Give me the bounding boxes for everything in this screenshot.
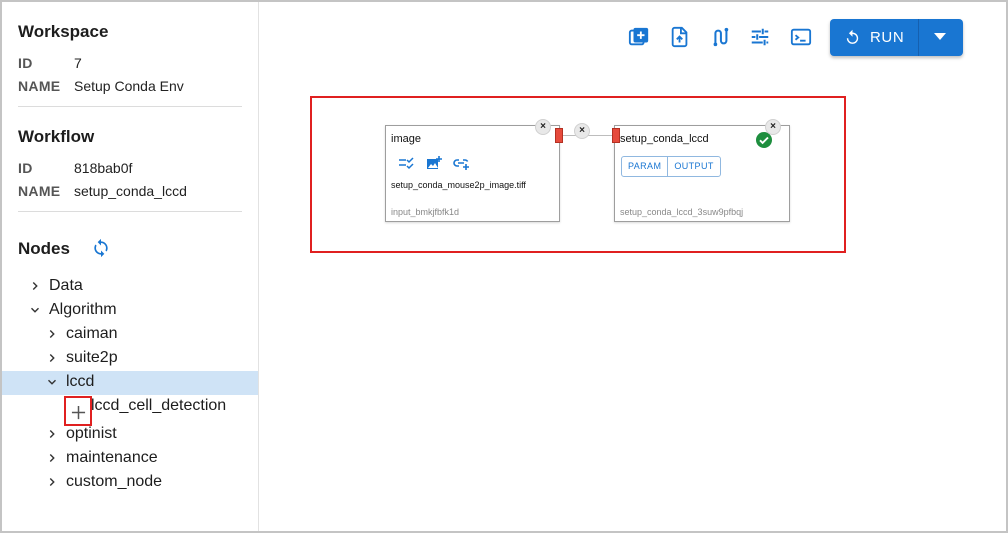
run-button-group: RUN [830,19,963,56]
tree-label: optinist [66,425,117,442]
workspace-name-label: NAME [18,78,61,94]
node-title: setup_conda_lccd [620,133,709,145]
node-delete-button[interactable]: × [535,119,551,135]
tree-label: suite2p [66,349,118,366]
file-name: setup_conda_mouse2p_image.tiff [391,180,526,190]
tree-item-suite2p[interactable]: suite2p [2,347,258,371]
node-title: image [391,133,421,145]
workflow-id-label: ID [18,160,33,176]
tree-item-caiman[interactable]: caiman [2,323,258,347]
workspace-name-value: Setup Conda Env [74,78,184,94]
add-image-icon[interactable] [426,156,442,170]
chevron-right-icon[interactable] [45,351,59,365]
workspace-id-label: ID [18,55,33,71]
replay-icon [846,29,859,44]
close-icon: × [540,121,546,132]
output-button[interactable]: OUTPUT [667,157,719,176]
tree-item-algorithm[interactable]: Algorithm [2,299,258,323]
tree-item-maintenance[interactable]: maintenance [2,447,258,471]
workflow-id-value: 818bab0f [74,160,133,176]
checklist-icon[interactable] [398,156,414,170]
tree-item-custom-node[interactable]: custom_node [2,471,258,495]
tree-item-lccd-cell-detection[interactable]: lccd_cell_detection [2,395,258,419]
nodes-title: Nodes [18,239,70,258]
divider [18,211,242,212]
chevron-down-icon[interactable] [28,303,42,317]
tree-label: custom_node [66,473,163,490]
output-handle[interactable] [555,128,563,143]
add-link-icon[interactable] [453,156,469,170]
tree-label: lccd [66,373,95,390]
divider [18,106,242,107]
tree-item-lccd[interactable]: lccd [2,371,258,395]
param-button[interactable]: PARAM [622,157,667,176]
tree-label: caiman [66,325,118,342]
workspace-title: Workspace [18,22,109,41]
node-id: input_bmkjfbfk1d [391,207,460,217]
add-box-icon[interactable] [628,26,650,48]
tree-label: Data [49,277,83,294]
caret-down-icon [934,33,946,40]
close-icon: × [770,121,776,132]
close-icon: × [579,125,585,136]
upload-file-icon[interactable] [669,26,691,48]
tree-label: lccd_cell_detection [91,397,227,414]
chevron-down-icon[interactable] [45,375,59,389]
chevron-right-icon[interactable] [45,327,59,341]
chevron-right-icon[interactable] [45,475,59,489]
tree-item-data[interactable]: Data [2,275,258,299]
tree-item-optinist[interactable]: optinist [2,423,258,447]
workflow-name-value: setup_conda_lccd [74,183,187,199]
plus-icon[interactable] [71,405,86,420]
chevron-right-icon[interactable] [28,279,42,293]
tune-icon[interactable] [749,26,771,48]
workflow-title: Workflow [18,127,95,146]
input-node[interactable]: image setup_conda_mouse2p_image.tiff inp… [385,125,560,222]
workspace-id-value: 7 [74,55,82,71]
refresh-icon[interactable] [90,238,112,258]
workflow-route-icon[interactable] [709,26,731,48]
run-options-button[interactable] [919,19,963,56]
add-node-button[interactable] [64,396,92,426]
terminal-icon[interactable] [790,26,812,48]
edge-delete-button[interactable]: × [574,123,590,139]
node-button-group: PARAM OUTPUT [621,156,721,177]
tree-label: maintenance [66,449,158,466]
sidebar: Workspace ID 7 NAME Setup Conda Env Work… [2,2,259,531]
tree-label: Algorithm [49,301,117,318]
workflow-name-label: NAME [18,183,61,199]
input-handle[interactable] [612,128,620,143]
node-delete-button[interactable]: × [765,119,781,135]
run-label: RUN [870,29,905,46]
node-id: setup_conda_lccd_3suw9pfbqj [620,207,744,217]
algorithm-node[interactable]: setup_conda_lccd PARAM OUTPUT setup_cond… [614,125,790,222]
chevron-right-icon[interactable] [45,427,59,441]
chevron-right-icon[interactable] [45,451,59,465]
run-button[interactable]: RUN [830,19,918,56]
